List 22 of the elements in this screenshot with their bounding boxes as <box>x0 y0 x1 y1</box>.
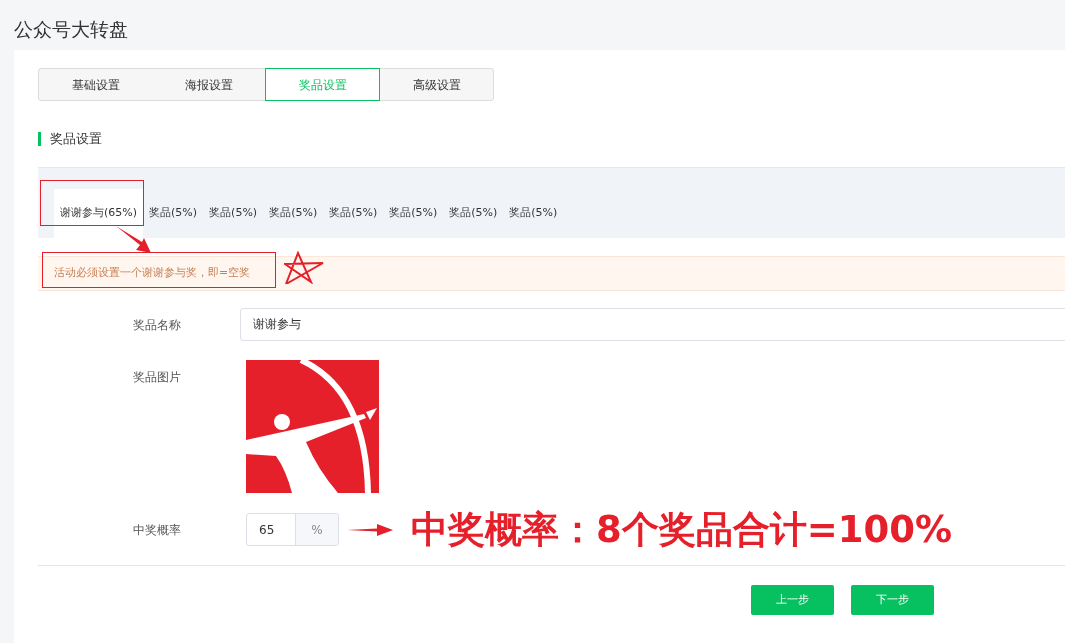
section-title: 奖品设置 <box>50 130 102 149</box>
prize-name-field[interactable]: 谢谢参与 <box>240 308 1065 341</box>
prize-tab[interactable]: 奖品(5%) <box>263 189 324 238</box>
prize-tab[interactable]: 奖品(5%) <box>203 189 264 238</box>
probability-field[interactable]: 65 % <box>246 513 339 546</box>
settings-tab[interactable]: 高级设置 <box>380 69 493 100</box>
page-title: 公众号大转盘 <box>14 17 128 42</box>
field-label: 中奖概率 <box>132 521 182 539</box>
settings-tab[interactable]: 基础设置 <box>39 69 152 100</box>
prize-tab[interactable]: 奖品(5%) <box>383 189 444 238</box>
prize-tab[interactable]: 谢谢参与(65%) <box>54 189 144 238</box>
notice-text: 活动必须设置一个谢谢参与奖，即=空奖 <box>54 265 251 282</box>
annotation-text: 中奖概率：8个奖品合计=100% <box>411 509 953 550</box>
field-label: 奖品名称 <box>132 316 182 334</box>
settings-tab[interactable]: 海报设置 <box>152 69 265 100</box>
prize-tab[interactable]: 奖品(5%) <box>143 189 204 238</box>
prize-tab[interactable]: 奖品(5%) <box>323 189 384 238</box>
star-drawing <box>284 251 324 284</box>
prize-tab[interactable]: 奖品(5%) <box>443 189 504 238</box>
prize-tab[interactable]: 奖品(5%) <box>503 189 564 238</box>
field-label: 奖品图片 <box>132 369 182 386</box>
arrow-drawing <box>116 226 152 254</box>
